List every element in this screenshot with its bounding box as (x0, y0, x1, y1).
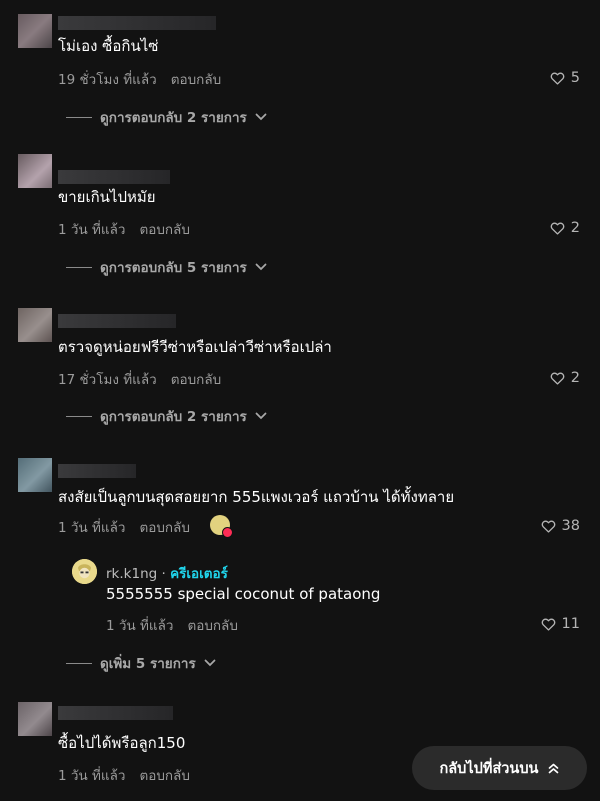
chevron-down-icon (255, 412, 267, 420)
comment-text: ตรวจดูหน่อยฟรีวีซ่าหรือเปล่าวีซ่าหรือเปล… (58, 338, 332, 356)
comment-text: สงสัยเป็นลูกบนสุดสอยยาก 555แพงเวอร์ แถวบ… (58, 488, 455, 506)
chevron-down-icon (255, 263, 267, 271)
back-to-top-label: กลับไปที่ส่วนบน (439, 760, 539, 777)
like-button[interactable]: 11 (541, 616, 580, 632)
divider-line (66, 415, 92, 417)
avatar[interactable] (18, 308, 52, 342)
like-count: 5 (570, 70, 580, 86)
creator-liked-heart-icon (222, 527, 233, 538)
comment-meta: 1 วัน ที่แล้ว ตอบกลับ (58, 516, 190, 538)
username-blurred[interactable] (58, 464, 136, 478)
avatar[interactable] (18, 14, 52, 48)
chevron-down-icon (204, 659, 216, 667)
comment-time: 17 ชั่วโมง ที่แล้ว (58, 372, 157, 388)
like-button[interactable]: 5 (550, 70, 580, 86)
reply-button[interactable]: ตอบกลับ (139, 520, 189, 536)
heart-outline-icon (550, 222, 565, 235)
creator-reply-text: 5555555 special coconut of pataong (106, 585, 381, 603)
like-count: 2 (570, 370, 580, 386)
avatar[interactable] (18, 154, 52, 188)
username-blurred[interactable] (58, 16, 216, 30)
divider-line (66, 266, 92, 268)
comment-time: 19 ชั่วโมง ที่แล้ว (58, 72, 157, 88)
separator-dot: · (161, 566, 166, 582)
like-button[interactable]: 2 (550, 220, 580, 236)
comment-time: 1 วัน ที่แล้ว (58, 768, 126, 784)
comment-time: 1 วัน ที่แล้ว (106, 618, 174, 634)
comment-text: ซื้อไปได้พรือลูก150 (58, 734, 186, 752)
like-button[interactable]: 2 (550, 370, 580, 386)
view-replies-button[interactable]: ดูการตอบกลับ 5 รายการ (66, 256, 267, 278)
like-count: 11 (561, 616, 580, 632)
avatar[interactable] (18, 458, 52, 492)
divider-line (66, 116, 92, 118)
username-blurred[interactable] (58, 706, 173, 720)
view-replies-button[interactable]: ดูการตอบกลับ 2 รายการ (66, 405, 267, 427)
back-to-top-button[interactable]: กลับไปที่ส่วนบน (412, 746, 587, 790)
creator-avatar-image (72, 559, 97, 584)
comment-text: โม่เอง ซื้อกินไซ่ (58, 37, 159, 55)
heart-outline-icon (541, 520, 555, 533)
comment-meta: 17 ชั่วโมง ที่แล้ว ตอบกลับ (58, 368, 221, 390)
like-count: 38 (561, 518, 580, 534)
creator-username[interactable]: rk.k1ng (106, 566, 157, 582)
heart-outline-icon (541, 618, 555, 631)
comment-meta: 19 ชั่วโมง ที่แล้ว ตอบกลับ (58, 68, 221, 90)
avatar[interactable] (18, 702, 52, 736)
view-replies-label: ดูการตอบกลับ 5 รายการ (100, 260, 247, 276)
heart-outline-icon (550, 72, 565, 85)
reply-button[interactable]: ตอบกลับ (139, 222, 189, 238)
like-count: 2 (570, 220, 580, 236)
heart-outline-icon (550, 372, 565, 385)
creator-reply-meta: 1 วัน ที่แล้ว ตอบกลับ (106, 614, 238, 636)
reply-button[interactable]: ตอบกลับ (139, 768, 189, 784)
view-more-label: ดูเพิ่ม 5 รายการ (100, 656, 196, 672)
comment-meta: 1 วัน ที่แล้ว ตอบกลับ (58, 764, 190, 786)
comment-time: 1 วัน ที่แล้ว (58, 520, 126, 536)
comment-meta: 1 วัน ที่แล้ว ตอบกลับ (58, 218, 190, 240)
reply-button[interactable]: ตอบกลับ (187, 618, 237, 634)
reply-button[interactable]: ตอบกลับ (171, 372, 221, 388)
view-replies-label: ดูการตอบกลับ 2 รายการ (100, 409, 247, 425)
reply-button[interactable]: ตอบกลับ (171, 72, 221, 88)
comment-time: 1 วัน ที่แล้ว (58, 222, 126, 238)
double-chevron-up-icon (549, 763, 559, 773)
creator-badge: ครีเอเตอร์ (170, 566, 228, 582)
creator-avatar[interactable] (72, 559, 97, 584)
like-button[interactable]: 38 (541, 518, 580, 534)
view-replies-button[interactable]: ดูการตอบกลับ 2 รายการ (66, 106, 267, 128)
view-more-button[interactable]: ดูเพิ่ม 5 รายการ (66, 652, 216, 674)
divider-line (66, 662, 92, 664)
creator-reply-header: rk.k1ng · ครีเอเตอร์ (106, 562, 228, 584)
comment-text: ขายเกินไปหมัย (58, 188, 156, 206)
username-blurred[interactable] (58, 170, 170, 184)
chevron-down-icon (255, 113, 267, 121)
view-replies-label: ดูการตอบกลับ 2 รายการ (100, 110, 247, 126)
username-blurred[interactable] (58, 314, 176, 328)
